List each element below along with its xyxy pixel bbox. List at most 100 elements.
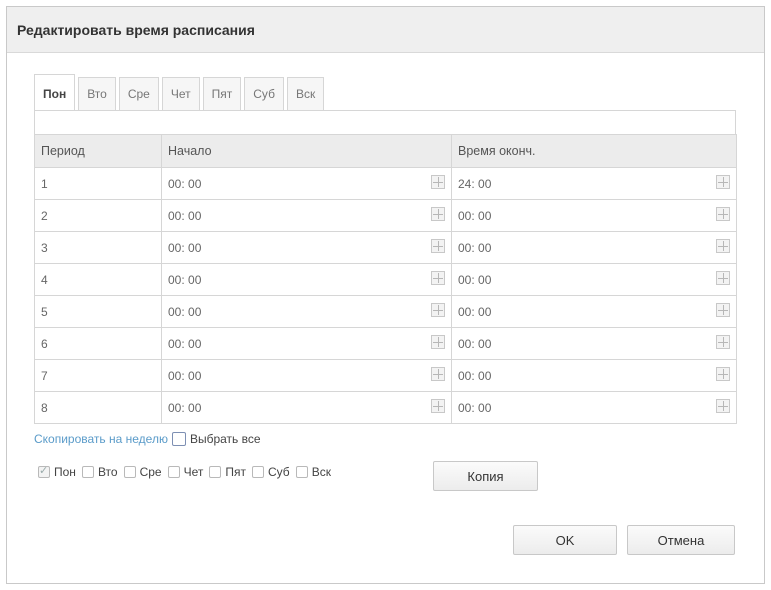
time-picker-icon[interactable]: [716, 175, 730, 189]
copy-day-wed[interactable]: Сре: [120, 465, 162, 479]
period-cell: 6: [34, 327, 162, 360]
checkbox-sat-label: Суб: [268, 465, 290, 479]
checkbox-wed-label: Сре: [139, 465, 162, 479]
cancel-button[interactable]: Отмена: [627, 525, 735, 555]
start-time-field[interactable]: 00: 00: [161, 199, 452, 232]
end-time-value: 00: 00: [458, 400, 492, 415]
start-time-field[interactable]: 00: 00: [161, 263, 452, 296]
time-picker-icon[interactable]: [716, 207, 730, 221]
copy-button[interactable]: Копия: [433, 461, 538, 491]
checkbox-mon-label: Пон: [54, 465, 76, 479]
ok-button[interactable]: OK: [513, 525, 617, 555]
start-time-field[interactable]: 00: 00: [161, 167, 452, 200]
checkbox-fri-label: Пят: [225, 465, 246, 479]
table-row: 5 00: 00 00: 00: [34, 295, 737, 328]
end-time-value: 00: 00: [458, 272, 492, 287]
end-time-field[interactable]: 00: 00: [451, 359, 737, 392]
checkbox-thu[interactable]: [167, 466, 180, 478]
time-picker-icon[interactable]: [431, 271, 445, 285]
time-picker-icon[interactable]: [716, 335, 730, 349]
start-time-value: 00: 00: [168, 304, 202, 319]
copy-day-fri[interactable]: Пят: [205, 465, 246, 479]
start-time-field[interactable]: 00: 00: [161, 327, 452, 360]
end-time-field[interactable]: 00: 00: [451, 263, 737, 296]
table-row: 2 00: 00 00: 00: [34, 199, 737, 232]
end-time-field[interactable]: 00: 00: [451, 391, 737, 424]
column-header-period: Период: [34, 134, 162, 168]
checkbox-wed[interactable]: [123, 466, 136, 478]
table-row: 3 00: 00 00: 00: [34, 231, 737, 264]
table-row: 8 00: 00 00: 00: [34, 391, 737, 424]
period-cell: 1: [34, 167, 162, 200]
copy-week-row: Скопировать на неделю Выбрать все: [34, 432, 261, 446]
end-time-value: 24: 00: [458, 176, 492, 191]
checkbox-mon[interactable]: [38, 464, 50, 478]
time-picker-icon[interactable]: [716, 239, 730, 253]
column-header-start: Начало: [161, 134, 452, 168]
time-picker-icon[interactable]: [431, 335, 445, 349]
time-picker-icon[interactable]: [431, 399, 445, 413]
end-time-value: 00: 00: [458, 208, 492, 223]
copy-day-sat[interactable]: Суб: [248, 465, 290, 479]
end-time-field[interactable]: 00: 00: [451, 231, 737, 264]
tab-sat[interactable]: Суб: [244, 77, 284, 110]
tab-fri[interactable]: Пят: [202, 77, 242, 110]
dialog-title: Редактировать время расписания: [7, 7, 764, 53]
start-time-value: 00: 00: [168, 272, 202, 287]
checkbox-tue[interactable]: [81, 466, 94, 478]
copy-day-tue[interactable]: Вто: [78, 465, 118, 479]
end-time-field[interactable]: 24: 00: [451, 167, 737, 200]
period-cell: 7: [34, 359, 162, 392]
period-cell: 8: [34, 391, 162, 424]
table-row: 6 00: 00 00: 00: [34, 327, 737, 360]
end-time-value: 00: 00: [458, 240, 492, 255]
start-time-value: 00: 00: [168, 240, 202, 255]
checkbox-sun[interactable]: [295, 466, 308, 478]
table-row: 1 00: 00 24: 00: [34, 167, 737, 200]
start-time-field[interactable]: 00: 00: [161, 231, 452, 264]
end-time-value: 00: 00: [458, 336, 492, 351]
schedule-table: Период Начало Время оконч. 1 00: 00 24: 00…: [34, 134, 737, 424]
tab-thu[interactable]: Чет: [161, 77, 200, 110]
day-tabs: Пон Вто Сре Чет Пят Суб Вск: [34, 72, 327, 112]
start-time-field[interactable]: 00: 00: [161, 391, 452, 424]
time-picker-icon[interactable]: [716, 271, 730, 285]
copy-to-week-link[interactable]: Скопировать на неделю: [34, 432, 168, 446]
start-time-value: 00: 00: [168, 336, 202, 351]
tab-mon[interactable]: Пон: [34, 74, 76, 110]
end-time-value: 00: 00: [458, 368, 492, 383]
start-time-value: 00: 00: [168, 176, 202, 191]
end-time-field[interactable]: 00: 00: [451, 327, 737, 360]
period-cell: 4: [34, 263, 162, 296]
time-picker-icon[interactable]: [431, 207, 445, 221]
end-time-field[interactable]: 00: 00: [451, 295, 737, 328]
tab-panel: [34, 110, 736, 135]
time-picker-icon[interactable]: [431, 175, 445, 189]
select-all-label: Выбрать все: [189, 432, 261, 446]
checkbox-thu-label: Чет: [183, 465, 204, 479]
table-row: 4 00: 00 00: 00: [34, 263, 737, 296]
tab-tue[interactable]: Вто: [78, 77, 116, 110]
end-time-field[interactable]: 00: 00: [451, 199, 737, 232]
tab-sun[interactable]: Вск: [286, 77, 325, 110]
copy-day-mon[interactable]: Пон: [34, 464, 76, 479]
checkbox-fri[interactable]: [209, 466, 222, 478]
copy-day-sun[interactable]: Вск: [292, 465, 331, 479]
start-time-field[interactable]: 00: 00: [161, 359, 452, 392]
time-picker-icon[interactable]: [716, 367, 730, 381]
select-all-checkbox[interactable]: [171, 432, 186, 446]
start-time-value: 00: 00: [168, 208, 202, 223]
time-picker-icon[interactable]: [716, 399, 730, 413]
checkbox-sun-label: Вск: [311, 465, 331, 479]
time-picker-icon[interactable]: [431, 367, 445, 381]
checkbox-sat[interactable]: [252, 466, 264, 478]
tab-wed[interactable]: Сре: [118, 77, 159, 110]
start-time-field[interactable]: 00: 00: [161, 295, 452, 328]
end-time-value: 00: 00: [458, 304, 492, 319]
copy-day-thu[interactable]: Чет: [164, 465, 204, 479]
time-picker-icon[interactable]: [431, 303, 445, 317]
copy-days-row: Пон Вто Сре Чет Пят Суб Вск: [34, 464, 333, 479]
column-header-end: Время оконч.: [451, 134, 737, 168]
time-picker-icon[interactable]: [716, 303, 730, 317]
time-picker-icon[interactable]: [431, 239, 445, 253]
